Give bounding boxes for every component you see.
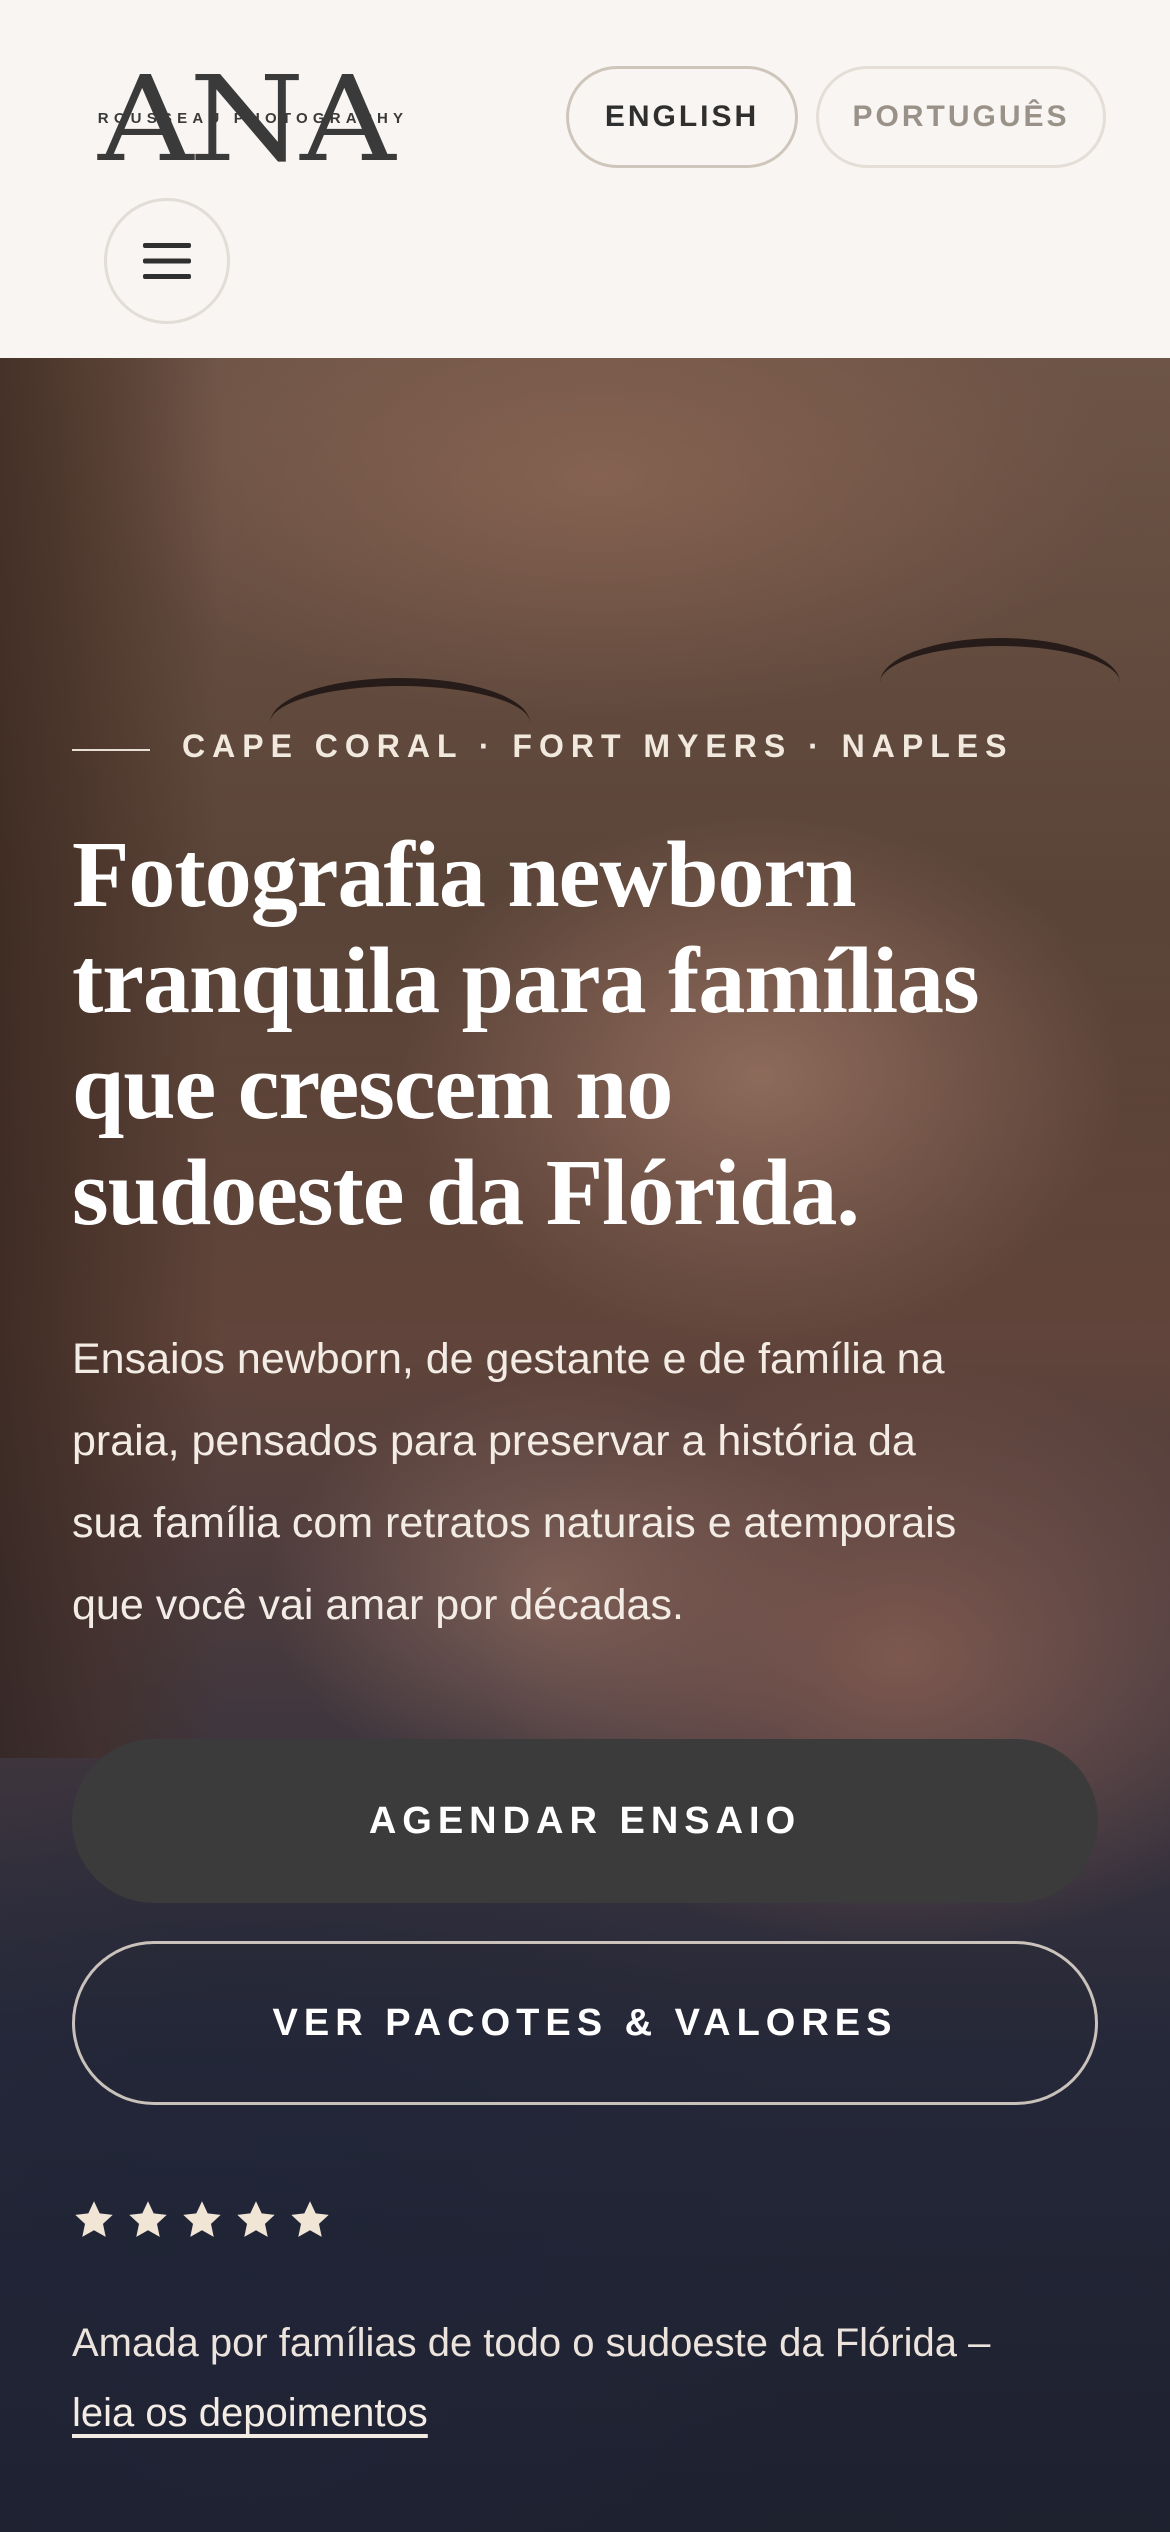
headline-line: sudoeste da Flórida. — [72, 1141, 860, 1245]
view-packages-button[interactable]: VER PACOTES & VALORES — [72, 1941, 1098, 2105]
description-line: praia, pensados para preservar a históri… — [72, 1417, 916, 1465]
headline-line: Fotografia newborn — [72, 823, 857, 927]
language-portuguese-button[interactable]: PORTUGUÊS — [816, 66, 1106, 168]
star-icon — [183, 2201, 221, 2237]
brand-logo[interactable]: ANA ROUSSEAU PHOTOGRAPHY — [68, 58, 438, 178]
logo-tagline: ROUSSEAU PHOTOGRAPHY — [97, 110, 409, 127]
reviews-blurb: Amada por famílias de todo o sudoeste da… — [72, 2308, 1132, 2448]
hero-eyebrow-locations: CAPE CORAL · FORT MYERS · NAPLES — [182, 728, 1014, 764]
testimonials-link[interactable]: leia os depoimentos — [72, 2391, 428, 2435]
headline-line: que crescem no — [72, 1035, 673, 1139]
hero-headline: Fotografia newborn tranquila para famíli… — [72, 822, 1072, 1246]
hamburger-icon — [143, 243, 191, 279]
book-session-button[interactable]: AGENDAR ENSAIO — [72, 1739, 1098, 1903]
language-english-button[interactable]: ENGLISH — [566, 66, 798, 168]
rating-stars — [72, 2198, 332, 2242]
star-icon — [129, 2201, 167, 2237]
eyebrow-divider — [72, 749, 150, 751]
star-icon — [291, 2201, 329, 2237]
hero-description: Ensaios newborn, de gestante e de famíli… — [72, 1318, 1112, 1646]
description-line: sua família com retratos naturais e atem… — [72, 1499, 957, 1547]
description-line: que você vai amar por décadas. — [72, 1581, 684, 1629]
description-line: Ensaios newborn, de gestante e de famíli… — [72, 1335, 945, 1383]
headline-line: tranquila para famílias — [72, 929, 980, 1033]
star-icon — [237, 2201, 275, 2237]
reviews-text: Amada por famílias de todo o sudoeste da… — [72, 2321, 991, 2365]
star-icon — [75, 2201, 113, 2237]
menu-button[interactable] — [104, 198, 230, 324]
site-header: ANA ROUSSEAU PHOTOGRAPHY ENGLISH PORTUGU… — [0, 0, 1170, 358]
